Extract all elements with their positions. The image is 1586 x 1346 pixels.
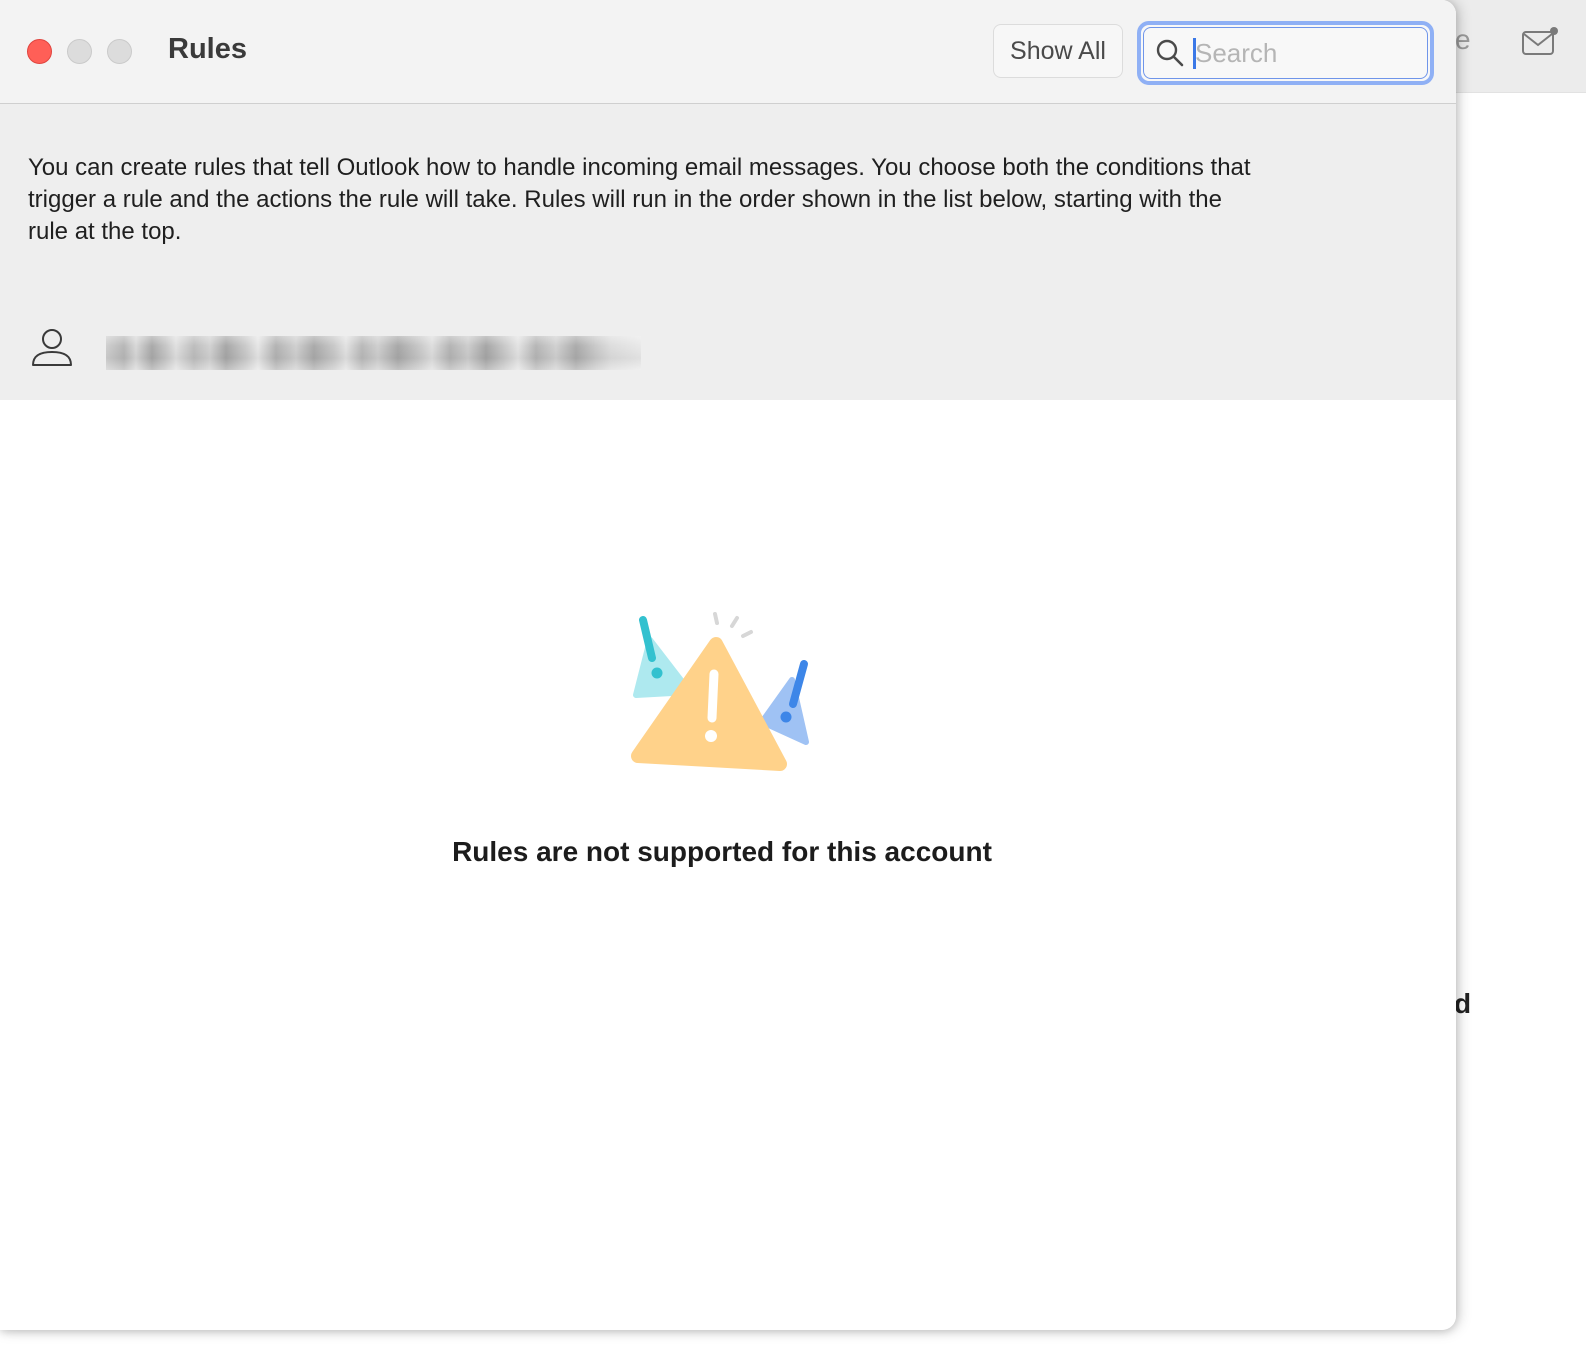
window-title: Rules (168, 33, 247, 65)
zoom-button[interactable] (107, 39, 132, 64)
minimize-button[interactable] (67, 39, 92, 64)
background-text: d (1454, 988, 1472, 1019)
title-bar: Rules Show All (0, 0, 1456, 104)
rules-content: Rules are not supported for this account (0, 400, 1456, 1330)
mail-icon[interactable] (1520, 26, 1560, 58)
warning-illustration-icon (631, 612, 809, 771)
account-row[interactable] (28, 326, 728, 374)
person-icon (32, 329, 72, 366)
rules-header-panel: You can create rules that tell Outlook h… (0, 104, 1456, 400)
account-name-redacted (106, 336, 641, 370)
empty-state-message: Rules are not supported for this account (452, 836, 992, 867)
rules-window: Rules Show All You can create rules that… (0, 0, 1456, 1330)
background-toolbar-text: e (1455, 24, 1471, 55)
search-input[interactable] (1193, 33, 1413, 73)
rules-description: You can create rules that tell Outlook h… (28, 154, 1251, 245)
search-icon (1156, 39, 1184, 67)
search-field[interactable] (1137, 21, 1434, 85)
show-all-button[interactable]: Show All (993, 24, 1123, 78)
close-button[interactable] (27, 39, 52, 64)
